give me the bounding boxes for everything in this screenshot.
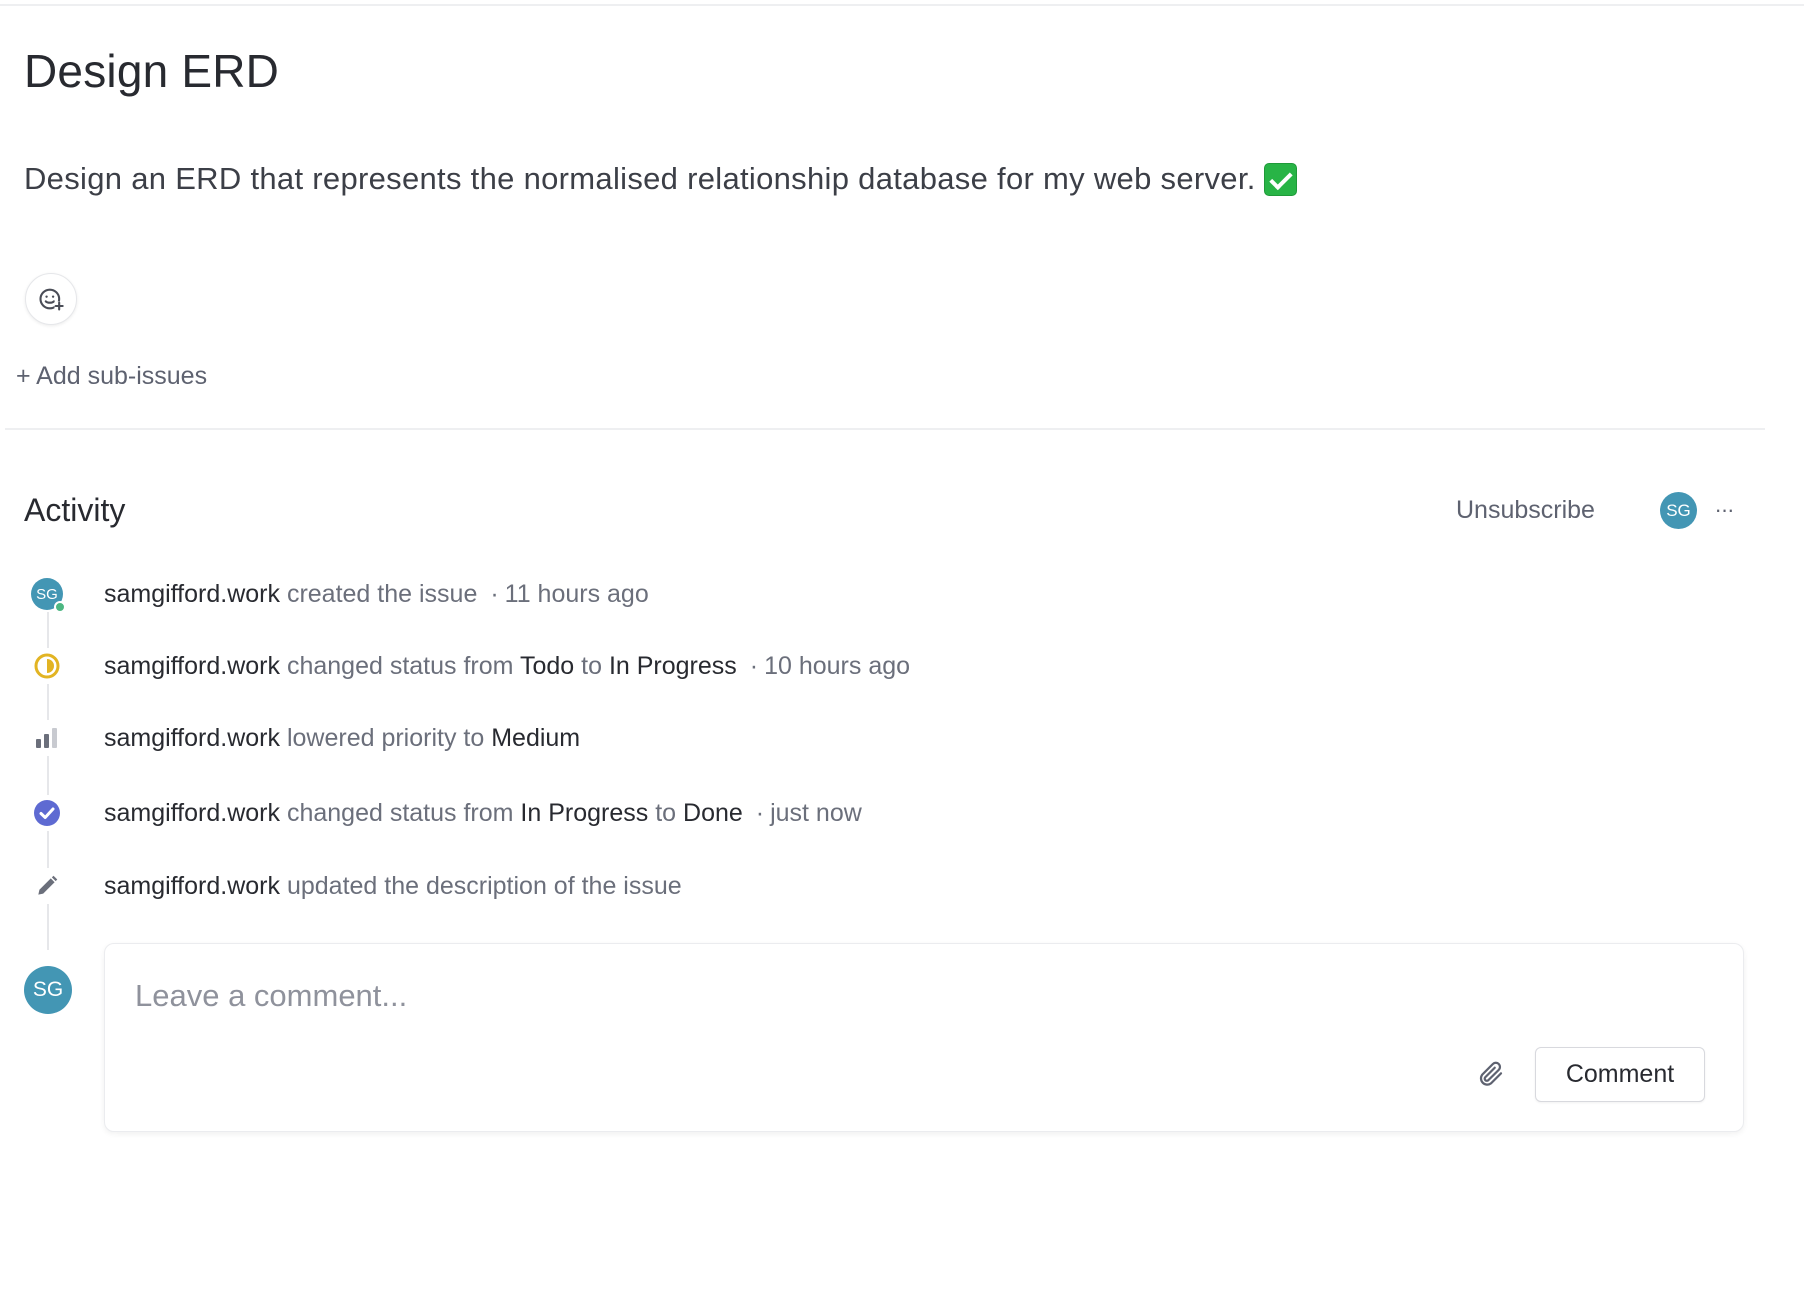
avatar-initials: SG xyxy=(36,585,58,603)
priority-medium-icon xyxy=(29,720,65,756)
attach-file-button[interactable] xyxy=(1473,1056,1509,1092)
activity-action: changed status from xyxy=(286,798,514,827)
status-from: Todo xyxy=(519,651,575,680)
status-from: In Progress xyxy=(520,798,649,827)
activity-item: samgifford.work lowered priority to Medi… xyxy=(0,718,1400,758)
activity-text: samgifford.work lowered priority to Medi… xyxy=(104,724,580,753)
status-to: Done xyxy=(683,798,743,827)
activity-text: samgifford.work created the issue · 11 ho… xyxy=(104,580,649,609)
activity-action: changed status from xyxy=(286,651,514,680)
activity-action: updated the description of the issue xyxy=(286,871,682,900)
issue-description[interactable]: Design an ERD that represents the normal… xyxy=(24,161,1297,197)
activity-user[interactable]: samgifford.work xyxy=(104,872,280,900)
separator-dot: · xyxy=(490,579,499,608)
done-status-icon xyxy=(29,795,65,831)
activity-avatar: SG xyxy=(29,576,66,613)
activity-user[interactable]: samgifford.work xyxy=(104,580,280,608)
activity-time[interactable]: 11 hours ago xyxy=(505,580,649,608)
issue-description-text: Design an ERD that represents the normal… xyxy=(24,161,1256,196)
activity-user[interactable]: samgifford.work xyxy=(104,799,280,827)
paperclip-icon xyxy=(1479,1061,1503,1086)
activity-action: created the issue xyxy=(286,579,478,608)
activity-time[interactable]: just now xyxy=(770,799,862,827)
emoji-add-icon xyxy=(39,288,64,311)
subscriber-avatar[interactable]: SG xyxy=(1660,492,1697,529)
comment-composer: Comment xyxy=(104,943,1744,1132)
activity-heading: Activity xyxy=(24,492,126,528)
top-divider xyxy=(0,4,1804,6)
priority-value: Medium xyxy=(491,723,581,752)
activity-item: samgifford.work updated the description … xyxy=(0,866,1400,906)
unsubscribe-button[interactable]: Unsubscribe xyxy=(1456,496,1595,525)
activity-action: lowered priority to xyxy=(286,723,485,752)
activity-text: samgifford.work changed status from In P… xyxy=(104,799,862,828)
online-status-dot xyxy=(54,601,66,613)
add-reaction-button[interactable] xyxy=(25,273,77,325)
activity-item: samgifford.work changed status from Todo… xyxy=(0,646,1400,686)
separator-dot: · xyxy=(749,651,759,680)
section-divider xyxy=(5,428,1765,430)
activity-connector: to xyxy=(655,798,677,827)
activity-user[interactable]: samgifford.work xyxy=(104,652,280,680)
activity-item: samgifford.work changed status from In P… xyxy=(0,793,1400,833)
activity-connector: to xyxy=(581,651,602,680)
more-options-button[interactable]: ··· xyxy=(1712,496,1736,524)
activity-user[interactable]: samgifford.work xyxy=(104,724,280,752)
current-user-avatar: SG xyxy=(24,966,72,1014)
activity-item: SG samgifford.work created the issue · 11… xyxy=(0,574,1400,614)
activity-time[interactable]: 10 hours ago xyxy=(764,652,910,680)
comment-submit-button[interactable]: Comment xyxy=(1535,1047,1705,1102)
comment-input[interactable] xyxy=(135,974,1635,1018)
activity-text: samgifford.work updated the description … xyxy=(104,872,682,901)
add-sub-issues-button[interactable]: + Add sub-issues xyxy=(16,362,207,391)
pencil-icon xyxy=(29,868,65,904)
issue-title[interactable]: Design ERD xyxy=(24,44,279,98)
white-check-mark-emoji xyxy=(1263,162,1297,196)
user-avatar: SG xyxy=(31,578,66,613)
status-to: In Progress xyxy=(608,651,737,680)
in-progress-status-icon xyxy=(29,648,65,684)
separator-dot: · xyxy=(755,798,765,827)
activity-text: samgifford.work changed status from Todo… xyxy=(104,652,910,681)
